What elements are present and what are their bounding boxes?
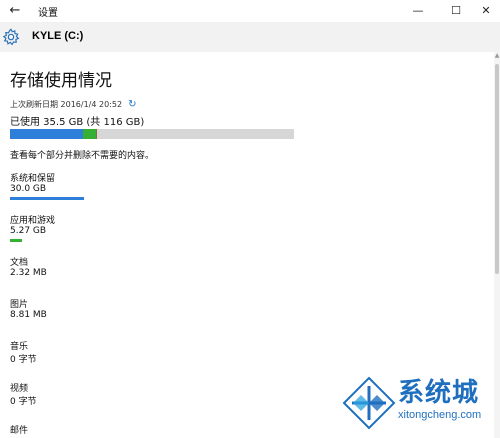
scroll-up-icon[interactable]: ▲ bbox=[494, 52, 500, 60]
maximize-button[interactable]: ☐ bbox=[440, 0, 472, 22]
category-name: 系统和保留 bbox=[10, 174, 56, 184]
usage-segment-1 bbox=[83, 129, 96, 139]
category-name: 音乐 bbox=[10, 342, 29, 352]
category-name: 邮件 bbox=[10, 426, 29, 436]
category-name: 图片 bbox=[10, 300, 29, 310]
minimize-button[interactable]: — bbox=[402, 0, 434, 22]
watermark-brand: 系统城 bbox=[398, 378, 480, 408]
title-bar: ← 设置 — ☐ ✕ bbox=[0, 0, 500, 23]
gear-icon bbox=[2, 28, 20, 46]
category-size: 5.27 GB bbox=[10, 226, 47, 236]
category-name: 视频 bbox=[10, 384, 29, 394]
usage-segment-2 bbox=[96, 129, 97, 139]
category-size: 30.0 GB bbox=[10, 184, 47, 194]
category-size: 0 字节 bbox=[10, 397, 37, 407]
window-title: 设置 bbox=[38, 8, 58, 19]
page-title: 存储使用情况 bbox=[10, 71, 112, 91]
watermark: 系统城 xitongcheng.com bbox=[340, 372, 496, 434]
watermark-logo bbox=[342, 376, 396, 430]
refresh-icon[interactable]: ↻ bbox=[128, 99, 136, 110]
scrollbar-thumb[interactable] bbox=[495, 64, 499, 274]
category-usage-bar bbox=[10, 239, 22, 242]
watermark-url: xitongcheng.com bbox=[398, 409, 482, 421]
category-size: 0 字节 bbox=[10, 355, 37, 365]
drive-name: KYLE (C:) bbox=[32, 30, 84, 42]
usage-bar bbox=[10, 129, 294, 139]
used-summary: 已使用 35.5 GB (共 116 GB) bbox=[10, 117, 145, 128]
category-size: 2.32 MB bbox=[10, 268, 47, 278]
last-refresh-text: 上次刷新日期 2016/1/4 20:52 bbox=[10, 100, 123, 109]
category-name: 应用和游戏 bbox=[10, 216, 56, 226]
category-usage-bar bbox=[10, 197, 84, 200]
back-arrow-icon[interactable]: ← bbox=[6, 2, 24, 20]
category-name: 文档 bbox=[10, 258, 29, 268]
description: 查看每个部分并删除不需要的内容。 bbox=[10, 151, 155, 161]
page-header: KYLE (C:) bbox=[0, 23, 500, 52]
usage-segment-0 bbox=[10, 129, 83, 139]
last-refresh-row: 上次刷新日期 2016/1/4 20:52 ↻ bbox=[10, 99, 136, 110]
category-size: 8.81 MB bbox=[10, 310, 47, 320]
close-button[interactable]: ✕ bbox=[470, 0, 500, 22]
